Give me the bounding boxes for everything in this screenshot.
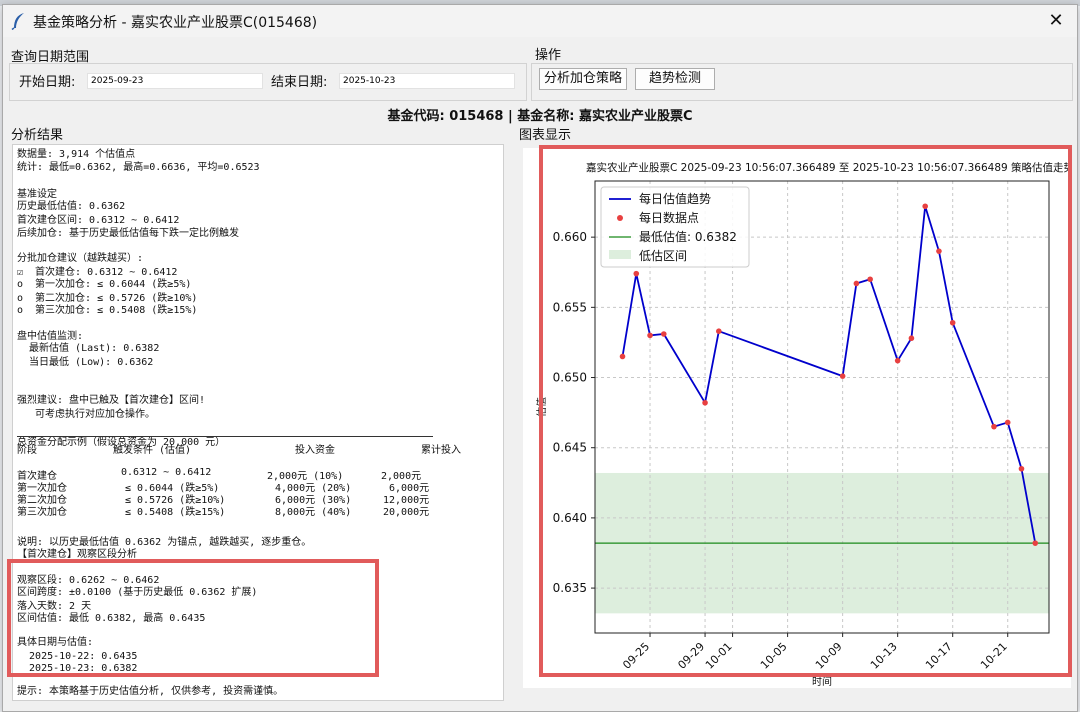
analysis-line: o 第一次加仓: ≤ 0.6044 (跌≥5%): [17, 279, 192, 290]
legend-trend-label: 每日估值趋势: [639, 191, 711, 206]
daily-data-point: [619, 353, 626, 360]
table-separator: [17, 436, 433, 437]
x-tick-label: 10-13: [868, 640, 900, 672]
table-header-trigger: 触发条件 (估值): [113, 445, 192, 456]
start-date-label: 开始日期:: [19, 75, 76, 90]
y-tick-label: 0.655: [553, 300, 587, 314]
observation-line: 具体日期与估值:: [17, 637, 94, 648]
observation-line: 落入天数: 2 天: [17, 601, 92, 612]
chart-title: 嘉实农业产业股票C 2025-09-23 10:56:07.366489 至 2…: [586, 161, 1071, 174]
window-title: 基金策略分析 - 嘉实农业产业股票C(015468): [33, 15, 318, 31]
daily-data-point: [867, 276, 873, 283]
legend-hline-label: 最低估值: 0.6382: [639, 229, 737, 244]
analysis-line: 盘中估值监测:: [17, 331, 84, 342]
observation-line: 2025-10-22: 0.6435: [17, 651, 138, 662]
analysis-line: 统计: 最低=0.6362, 最高=0.6636, 平均=0.6523: [17, 162, 260, 173]
footer-tip: 提示: 本策略基于历史估值分析, 仅供参考, 投资需谨慎。: [17, 686, 284, 697]
daily-data-point: [702, 399, 708, 406]
daily-data-point: [1018, 465, 1025, 472]
observation-line: 2025-10-23: 0.6382: [17, 663, 138, 674]
daily-data-point: [647, 332, 653, 339]
legend-points-label: 每日数据点: [639, 210, 699, 225]
y-tick-label: 0.660: [553, 230, 587, 244]
strategy-window: 基金策略分析 - 嘉实农业产业股票C(015468) ✕ 查询日期范围 开始日期…: [2, 4, 1078, 712]
x-tick-label: 10-17: [923, 640, 955, 672]
end-date-label: 结束日期:: [271, 75, 328, 90]
note-line: 说明: 以历史最低估值 0.6362 为锚点, 越跌越买, 逐步重仓。: [17, 537, 312, 548]
daily-data-point: [908, 335, 915, 342]
actions-group-label: 操作: [535, 48, 562, 63]
trend-detect-button[interactable]: 趋势检测: [635, 68, 715, 90]
observation-line: 区间跨度: ±0.0100 (基于历史最低 0.6362 扩展): [17, 587, 258, 598]
table-cell: 第三次加仓: [17, 507, 67, 518]
x-axis-label: 时间: [812, 675, 832, 688]
daily-data-point: [633, 270, 640, 277]
analysis-line: o 第三次加仓: ≤ 0.5408 (跌≥15%): [17, 305, 198, 316]
observation-line: 区间估值: 最低 0.6382, 最高 0.6435: [17, 613, 206, 624]
daily-data-point: [894, 357, 901, 364]
daily-data-point: [660, 331, 667, 337]
y-tick-label: 0.635: [553, 581, 587, 595]
x-tick-label: 10-09: [813, 640, 845, 672]
y-tick-label: 0.645: [553, 441, 587, 455]
analyze-strategy-button[interactable]: 分析加仓策略: [539, 68, 627, 90]
observation-line: 观察区段: 0.6262 ~ 0.6462: [17, 575, 160, 586]
analysis-line: 可考虑执行对应加仓操作。: [17, 409, 156, 420]
analysis-line: 数据量: 3,914 个估值点: [17, 149, 136, 160]
analysis-line: 最新估值 (Last): 0.6382: [17, 343, 160, 354]
analysis-line: 基准设定: [17, 189, 57, 200]
chart-section-label: 图表显示: [519, 128, 572, 143]
note-line: 【首次建仓】观察区段分析: [17, 549, 137, 560]
analysis-line: ☑ 首次建仓: 0.6312 ~ 0.6412: [17, 267, 178, 278]
table-cell: 0.6312 ~ 0.6412: [121, 467, 212, 478]
legend-point-swatch: [617, 215, 623, 221]
table-header-stage: 阶段: [17, 445, 37, 456]
analysis-text-area[interactable]: 数据量: 3,914 个估值点统计: 最低=0.6362, 最高=0.6636,…: [12, 144, 504, 701]
chart-panel: 0.635 0.640 0.645 0.650 0.655 0.660 09-25 09-29…: [523, 148, 1075, 688]
analysis-line: o 第二次加仓: ≤ 0.5726 (跌≥10%): [17, 293, 198, 304]
daily-data-point: [716, 328, 722, 334]
start-date-input[interactable]: [87, 73, 263, 89]
daily-data-point: [922, 203, 928, 210]
y-tick-label: 0.650: [553, 371, 587, 385]
x-tick-label: 09-29: [675, 640, 707, 672]
title-bar: 基金策略分析 - 嘉实农业产业股票C(015468) ✕: [3, 5, 1077, 37]
table-header-cumulative: 累计投入: [421, 445, 461, 456]
analysis-line: 当日最低 (Low): 0.6362: [17, 357, 154, 368]
feather-icon: [11, 12, 27, 34]
daily-data-point: [991, 423, 997, 430]
analysis-line: 首次建仓区间: 0.6312 ~ 0.6412: [17, 215, 180, 226]
x-tick-label: 10-21: [978, 640, 1010, 672]
analysis-line: 后续加仓: 基于历史最低估值每下跌一定比例触发: [17, 228, 240, 239]
x-tick-label: 10-01: [703, 640, 735, 672]
table-cell: 8,000元 (40%): [275, 507, 352, 518]
daily-data-point: [936, 248, 942, 254]
end-date-input[interactable]: [339, 73, 515, 89]
fund-header: 基金代码: 015468 | 基金名称: 嘉实农业产业股票C: [387, 109, 693, 124]
analysis-line: 历史最低估值: 0.6362: [17, 201, 126, 212]
legend-band-swatch: [609, 250, 631, 259]
daily-data-point: [1032, 540, 1039, 546]
analysis-line: 强烈建议: 盘中已触及【首次建仓】区间!: [17, 395, 206, 406]
x-tick-label: 09-25: [620, 640, 652, 672]
daily-data-point: [1004, 419, 1011, 426]
valuation-chart: 0.635 0.640 0.645 0.650 0.655 0.660 09-25 09-29…: [535, 161, 1075, 688]
y-axis-label: 估值: [535, 397, 548, 417]
legend-band-label: 低估区间: [639, 249, 687, 263]
daily-data-point: [853, 280, 860, 287]
y-tick-label: 0.640: [553, 511, 587, 525]
analysis-line: 分批加仓建议（越跌越买）:: [17, 253, 144, 264]
daily-data-point: [839, 373, 846, 379]
close-icon[interactable]: ✕: [1043, 9, 1069, 33]
analysis-section-label: 分析结果: [11, 128, 64, 143]
table-cell: ≤ 0.5408 (跌≥15%): [125, 507, 226, 518]
table-header-invest: 投入资金: [295, 445, 335, 456]
daily-data-point: [949, 319, 956, 326]
x-tick-label: 10-05: [758, 640, 790, 672]
table-cell: 20,000元: [383, 507, 430, 518]
